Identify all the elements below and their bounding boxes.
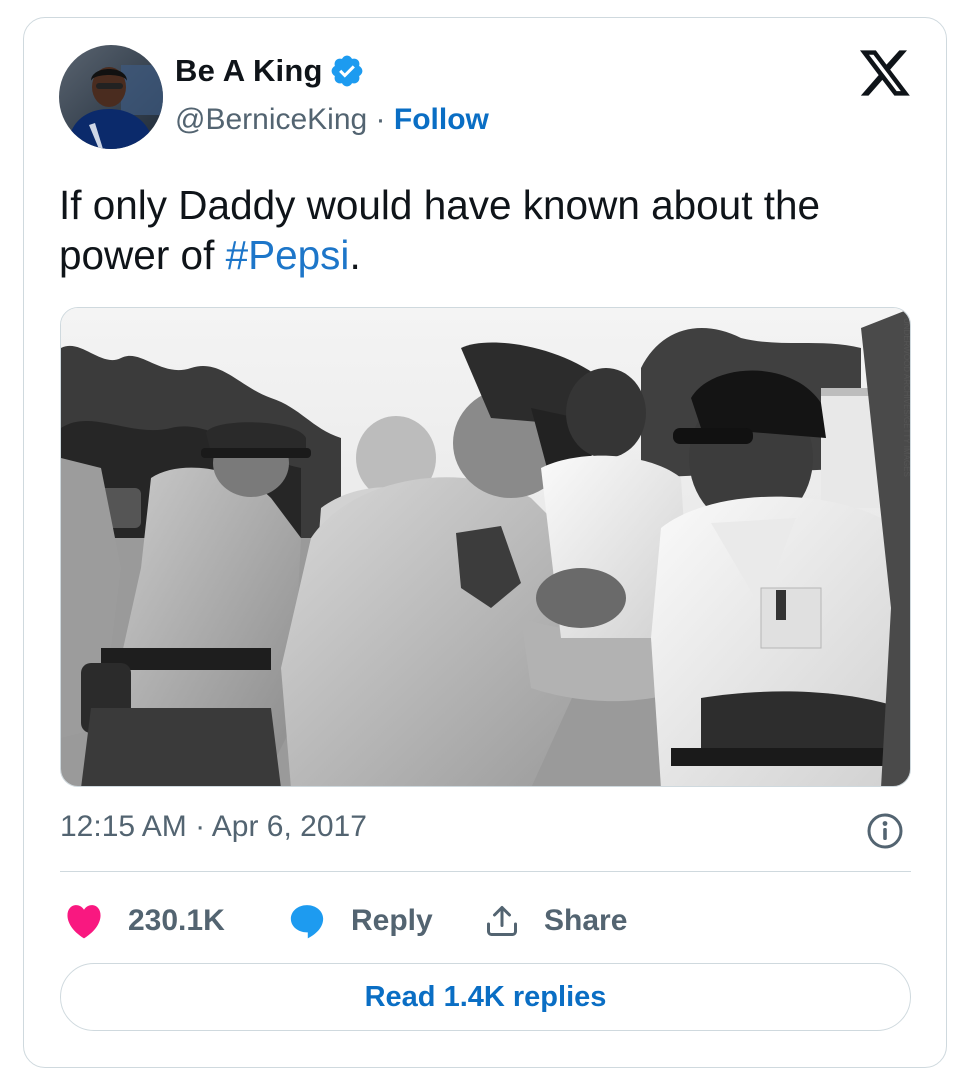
- like-count: 230.1K: [128, 904, 225, 937]
- x-logo-icon[interactable]: [860, 50, 910, 96]
- divider: [60, 871, 911, 872]
- share-button[interactable]: Share: [484, 893, 627, 949]
- tweet-text: If only Daddy would have known about the…: [59, 180, 919, 280]
- tweet-text-end: .: [349, 232, 361, 278]
- author-name-row[interactable]: Be A King: [175, 53, 365, 89]
- tweet-timestamp[interactable]: 12:15 AM · Apr 6, 2017: [60, 810, 367, 844]
- hashtag-link[interactable]: #Pepsi: [226, 232, 350, 278]
- info-icon[interactable]: [866, 812, 904, 850]
- read-replies-button[interactable]: Read 1.4K replies: [60, 963, 911, 1031]
- photo-credit: UNDERWOOD ARCHIVES/GETTY IMAGES: [902, 318, 911, 477]
- tweet-time[interactable]: 12:15 AM: [60, 810, 187, 843]
- author-name[interactable]: Be A King: [175, 53, 323, 89]
- verified-badge-icon: [329, 53, 365, 89]
- tweet-media-photo[interactable]: UNDERWOOD ARCHIVES/GETTY IMAGES: [60, 307, 911, 787]
- reply-button[interactable]: Reply: [287, 893, 433, 949]
- heart-icon: [64, 903, 104, 939]
- reply-label: Reply: [351, 904, 433, 937]
- handle-separator: ·: [367, 103, 394, 136]
- share-label: Share: [544, 904, 628, 937]
- handle-row: @BerniceKing · Follow: [175, 103, 489, 137]
- follow-button[interactable]: Follow: [394, 103, 489, 136]
- like-button[interactable]: 230.1K: [64, 893, 225, 949]
- tweet-text-body: If only Daddy would have known about the…: [59, 182, 820, 278]
- share-upload-icon: [484, 902, 520, 940]
- avatar[interactable]: [59, 45, 163, 149]
- timestamp-separator: ·: [186, 810, 212, 843]
- reply-bubble-icon: [287, 902, 327, 940]
- profile-photo: [59, 45, 163, 149]
- photo-image: UNDERWOOD ARCHIVES/GETTY IMAGES: [61, 308, 911, 786]
- author-handle[interactable]: @BerniceKing: [175, 103, 367, 136]
- read-replies-label: Read 1.4K replies: [364, 980, 607, 1013]
- tweet-date[interactable]: Apr 6, 2017: [212, 810, 367, 843]
